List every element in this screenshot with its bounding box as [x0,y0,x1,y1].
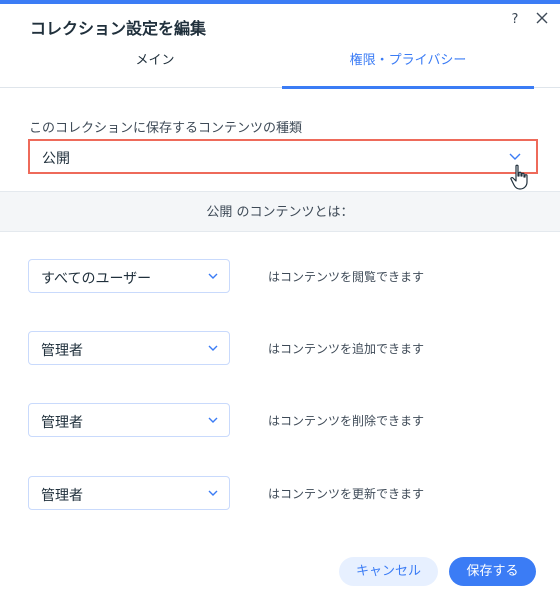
add-permission-dropdown[interactable]: 管理者 [28,331,230,365]
tab-bar: メイン 権限・プライバシー [0,44,560,89]
view-permission-value: すべてのユーザー [41,271,152,287]
save-button[interactable]: 保存する [449,557,536,586]
section-band: 公開 のコンテンツとは： [0,191,560,232]
permission-row-delete: 管理者 はコンテンツを削除できます [0,403,560,437]
content-type-label: このコレクションに保存するコンテンツの種類 [29,121,303,136]
close-icon-glyph [536,12,548,24]
chevron-down-icon [208,490,218,496]
hand-pointer-cursor-icon [510,164,528,190]
delete-permission-description: はコンテンツを削除できます [268,414,425,428]
section-heading: 公開 のコンテンツとは： [206,205,354,220]
content-type-value: 公開 [42,151,70,167]
tab-main[interactable]: メイン [30,44,280,88]
add-permission-value: 管理者 [41,343,83,359]
update-permission-value: 管理者 [41,488,83,504]
cancel-button[interactable]: キャンセル [339,557,438,586]
chevron-down-icon [208,345,218,351]
add-permission-description: はコンテンツを追加できます [268,342,425,356]
chevron-down-icon [208,417,218,423]
update-permission-description: はコンテンツを更新できます [268,487,425,501]
permission-row-view: すべてのユーザー はコンテンツを閲覧できます [0,259,560,293]
dialog-title: コレクション設定を編集 [30,19,207,38]
help-icon[interactable]: ? [508,12,522,28]
delete-permission-value: 管理者 [41,415,83,431]
chevron-down-icon [509,153,521,160]
close-icon[interactable] [534,10,550,26]
edit-collection-settings-dialog: コレクション設定を編集 ? メイン 権限・プライバシー このコレクションに保存す… [0,0,560,610]
view-permission-description: はコンテンツを閲覧できます [268,270,425,284]
delete-permission-dropdown[interactable]: 管理者 [28,403,230,437]
update-permission-dropdown[interactable]: 管理者 [28,476,230,510]
chevron-down-icon [208,273,218,279]
content-type-dropdown[interactable]: 公開 [28,139,538,174]
top-accent-bar [0,0,560,4]
tab-permissions-privacy[interactable]: 権限・プライバシー [282,44,534,89]
view-permission-dropdown[interactable]: すべてのユーザー [28,259,230,293]
permission-row-update: 管理者 はコンテンツを更新できます [0,476,560,510]
permission-row-add: 管理者 はコンテンツを追加できます [0,331,560,365]
